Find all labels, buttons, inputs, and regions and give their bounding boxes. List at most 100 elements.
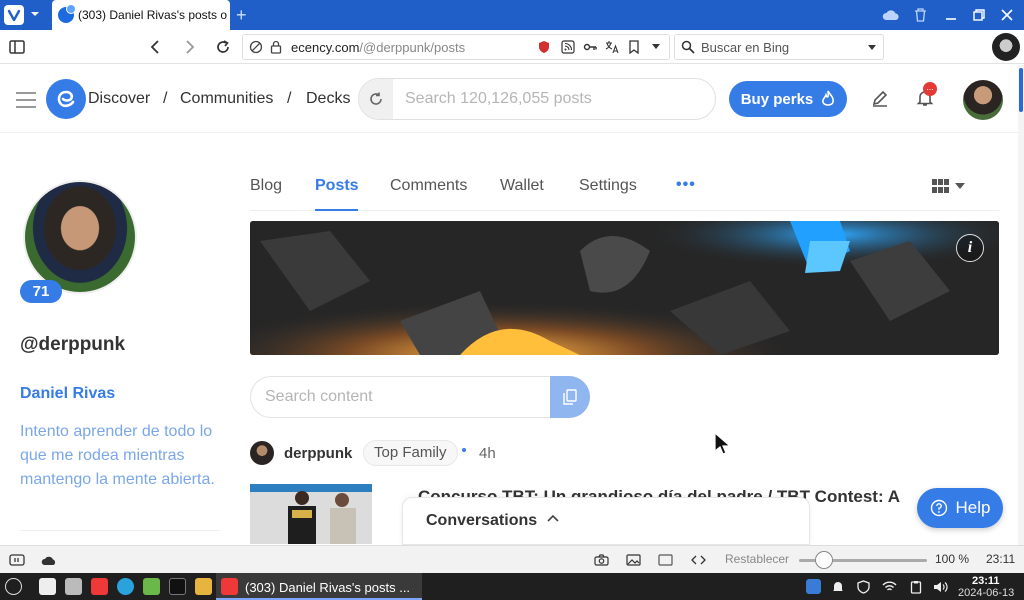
browser-tab-title: (303) Daniel Rivas's posts o (78, 8, 228, 22)
content-search-input[interactable] (265, 388, 535, 406)
page-scrollbar-thumb[interactable] (1019, 68, 1023, 112)
tracker-blocker-icon[interactable] (249, 40, 263, 54)
flame-icon (821, 90, 835, 108)
content-search-box[interactable] (250, 376, 590, 418)
translate-icon[interactable] (605, 40, 619, 54)
panel-toggle-icon[interactable] (9, 552, 25, 568)
view-mode-chevron-icon (955, 183, 965, 189)
hamburger-menu-icon[interactable] (16, 92, 36, 113)
buy-perks-label: Buy perks (740, 90, 814, 108)
panel-toggle-icon[interactable] (8, 38, 26, 56)
cloud-sync-icon[interactable] (882, 6, 900, 24)
terminal-icon[interactable] (169, 578, 186, 595)
reload-icon[interactable] (214, 38, 232, 56)
notification-badge: ... (923, 82, 937, 96)
back-arrow-icon[interactable] (146, 38, 164, 56)
reputation-badge: 71 (20, 280, 62, 303)
page-tiling-icon[interactable] (657, 552, 673, 568)
tab-posts[interactable]: Posts (315, 177, 359, 195)
ecency-logo-icon[interactable] (46, 79, 86, 119)
profile-avatar (23, 180, 137, 294)
site-header: Discover / Communities / Decks Buy perks (0, 65, 1018, 133)
status-clock: 23:11 (986, 552, 1016, 566)
post-author-link[interactable]: derppunk (284, 445, 352, 462)
buy-perks-button[interactable]: Buy perks (729, 81, 847, 117)
telegram-icon[interactable] (117, 578, 134, 595)
tab-more-ellipsis[interactable]: ••• (676, 176, 696, 194)
post-author-avatar[interactable] (250, 441, 274, 465)
tab-comments[interactable]: Comments (390, 177, 467, 195)
tab-blog[interactable]: Blog (250, 177, 282, 195)
file-manager-icon[interactable] (195, 578, 212, 595)
url-field[interactable]: ecency.com/@derppunk/posts (242, 34, 670, 60)
conversations-panel[interactable]: Conversations (402, 497, 810, 545)
post-community-tag[interactable]: Top Family (363, 440, 458, 466)
tab-settings[interactable]: Settings (579, 177, 637, 195)
notifications-tray-icon[interactable] (830, 579, 845, 594)
vivaldi-menu-icon[interactable] (4, 5, 24, 25)
url-text[interactable]: ecency.com/@derppunk/posts (291, 40, 465, 55)
user-avatar[interactable] (963, 80, 1003, 120)
zoom-reset-link[interactable]: Restablecer (725, 552, 789, 566)
browser-address-bar: ecency.com/@derppunk/posts Buscar en Bin… (0, 30, 1024, 64)
code-icon[interactable] (690, 552, 706, 568)
taskbar-date: 2024-06-13 (958, 587, 1015, 599)
cloud-icon[interactable] (41, 552, 57, 568)
restore-window-icon[interactable] (970, 6, 988, 24)
minimize-window-icon[interactable] (942, 6, 960, 24)
cover-info-icon[interactable]: i (956, 234, 984, 262)
game-app-icon[interactable] (143, 578, 160, 595)
nav-decks-link[interactable]: Decks (306, 90, 350, 108)
os-taskbar: (303) Daniel Rivas's posts ... 23:11 202… (0, 573, 1024, 600)
security-shield-icon[interactable] (856, 579, 871, 594)
app-launcher-icon[interactable] (5, 578, 22, 595)
browser-tab-active[interactable]: (303) Daniel Rivas's posts o (52, 0, 230, 30)
clipboard-icon[interactable] (908, 579, 923, 594)
chevron-up-icon[interactable] (547, 514, 559, 522)
vivaldi-launcher-icon[interactable] (91, 578, 108, 595)
volume-icon[interactable] (933, 579, 948, 594)
view-mode-toggle[interactable] (932, 179, 965, 193)
content-search-button[interactable] (550, 376, 590, 418)
site-search-input[interactable] (405, 90, 705, 108)
write-post-pencil-icon[interactable] (871, 89, 889, 107)
search-refresh-icon[interactable] (359, 79, 393, 119)
page-scrollbar[interactable] (1018, 65, 1024, 545)
nav-communities-link[interactable]: Communities (180, 90, 273, 108)
camera-icon[interactable] (593, 552, 609, 568)
lock-icon[interactable] (270, 40, 282, 54)
trash-icon[interactable] (911, 6, 929, 24)
image-icon[interactable] (625, 552, 641, 568)
settings-app-icon[interactable] (65, 578, 82, 595)
zoom-level: 100 % (935, 552, 970, 566)
post-timestamp: 4h (479, 445, 496, 462)
breadcrumb-separator: / (287, 90, 292, 107)
browser-tab-bar: (303) Daniel Rivas's posts o + (0, 0, 1024, 30)
bookmark-icon[interactable] (628, 40, 640, 54)
key-icon[interactable] (583, 40, 597, 54)
weather-tray-icon[interactable] (806, 579, 821, 594)
profile-display-name: Daniel Rivas (20, 385, 116, 402)
wifi-icon[interactable] (882, 579, 897, 594)
browser-profile-avatar[interactable] (992, 33, 1020, 61)
profile-cover-image (250, 221, 999, 355)
rss-feed-icon[interactable] (561, 40, 575, 54)
new-tab-plus-icon[interactable]: + (236, 5, 247, 25)
vivaldi-task-icon (221, 578, 238, 595)
search-engine-chevron-icon[interactable] (867, 44, 877, 52)
forward-arrow-icon[interactable] (181, 38, 199, 56)
ecency-favicon-icon (58, 4, 76, 23)
web-search-field[interactable]: Buscar en Bing (674, 34, 884, 60)
site-search-box[interactable] (358, 78, 716, 120)
url-dropdown-chevron-icon[interactable] (651, 43, 661, 51)
close-window-icon[interactable] (998, 6, 1016, 24)
nav-discover-link[interactable]: Discover (88, 90, 150, 108)
zoom-slider-handle[interactable] (815, 551, 833, 569)
media-player-icon[interactable] (39, 578, 56, 595)
help-button[interactable]: Help (917, 488, 1003, 528)
sidebar-divider (20, 530, 220, 531)
post-thumbnail[interactable] (250, 484, 372, 544)
adblock-icon[interactable] (537, 40, 551, 54)
tab-list-chevron-icon[interactable] (29, 8, 41, 20)
tab-wallet[interactable]: Wallet (500, 177, 544, 195)
